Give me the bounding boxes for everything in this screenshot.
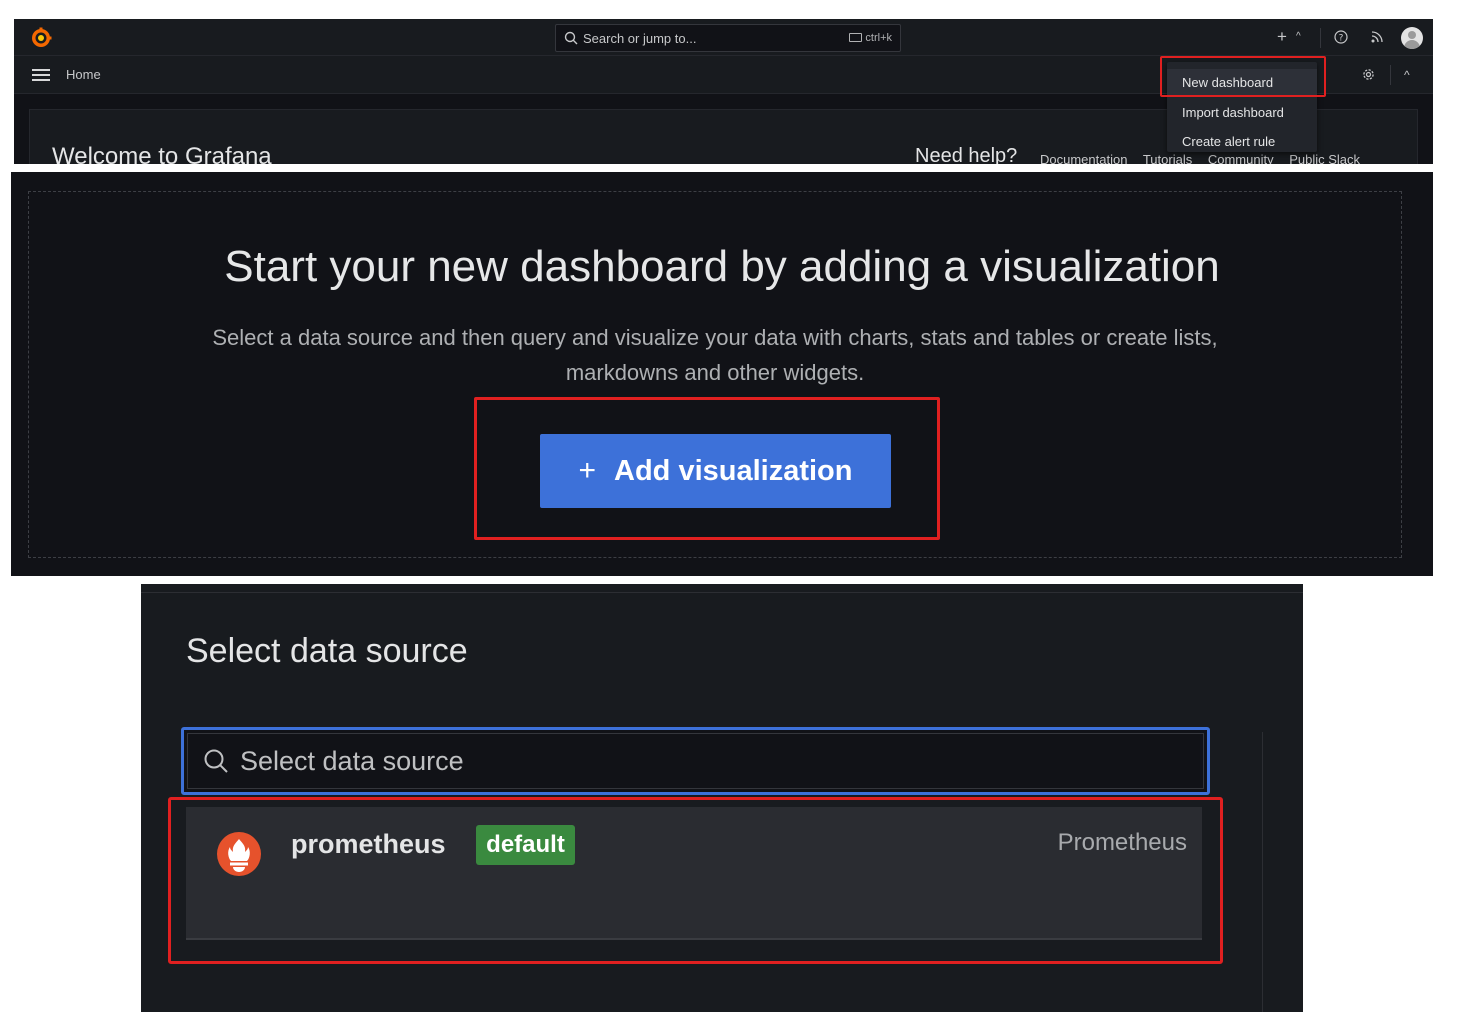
grafana-logo-icon[interactable]	[30, 27, 52, 49]
highlight-box	[168, 797, 1223, 964]
search-bar[interactable]: Search or jump to... ctrl+k	[555, 24, 901, 52]
search-placeholder: Search or jump to...	[583, 31, 697, 46]
need-help-label: Need help?	[915, 145, 1018, 164]
empty-dashboard-screenshot: Start your new dashboard by adding a vis…	[11, 172, 1433, 576]
divider	[141, 592, 1303, 593]
chevron-up-icon[interactable]: ^	[1404, 68, 1410, 82]
description-line-2: markdowns and other widgets.	[565, 360, 865, 385]
svg-text:?: ?	[1339, 34, 1344, 44]
select-datasource-screenshot: Select data source Select data source pr…	[141, 584, 1303, 1012]
new-plus-icon[interactable]: +	[1277, 27, 1287, 47]
select-datasource-title: Select data source	[186, 632, 468, 670]
menu-item-import-dashboard[interactable]: Import dashboard	[1167, 99, 1317, 127]
search-icon	[204, 749, 228, 773]
empty-dashboard-description: Select a data source and then query and …	[161, 320, 1269, 390]
search-icon	[564, 31, 578, 45]
top-navigation-bar: Search or jump to... ctrl+k + ^ ?	[14, 19, 1433, 56]
shortcut-text: ctrl+k	[865, 32, 892, 44]
gear-icon[interactable]	[1361, 67, 1376, 82]
link-documentation[interactable]: Documentation	[1040, 152, 1127, 164]
highlight-box	[1160, 56, 1326, 97]
menu-icon[interactable]	[32, 69, 50, 81]
highlight-box	[474, 397, 940, 540]
keyboard-icon	[849, 33, 863, 42]
help-icon[interactable]: ?	[1334, 30, 1348, 44]
chevron-up-icon[interactable]: ^	[1296, 31, 1301, 42]
welcome-heading: Welcome to Grafana	[52, 143, 272, 164]
divider	[1390, 65, 1391, 85]
news-feed-icon[interactable]	[1370, 30, 1384, 44]
datasource-search-placeholder: Select data source	[240, 746, 464, 776]
avatar-body	[1404, 40, 1420, 49]
divider	[1262, 732, 1263, 1012]
keyboard-shortcut: ctrl+k	[849, 32, 892, 44]
description-line-1: Select a data source and then query and …	[212, 325, 1218, 350]
user-avatar[interactable]	[1401, 27, 1423, 49]
menu-item-create-alert-rule[interactable]: Create alert rule	[1167, 128, 1317, 156]
avatar-head	[1408, 31, 1416, 39]
datasource-search-input[interactable]: Select data source	[181, 727, 1210, 795]
empty-dashboard-heading: Start your new dashboard by adding a vis…	[224, 242, 1220, 291]
breadcrumb-home[interactable]: Home	[66, 67, 101, 82]
grafana-topbar-screenshot: Search or jump to... ctrl+k + ^ ? Home ^	[14, 19, 1433, 164]
divider	[1320, 28, 1321, 48]
